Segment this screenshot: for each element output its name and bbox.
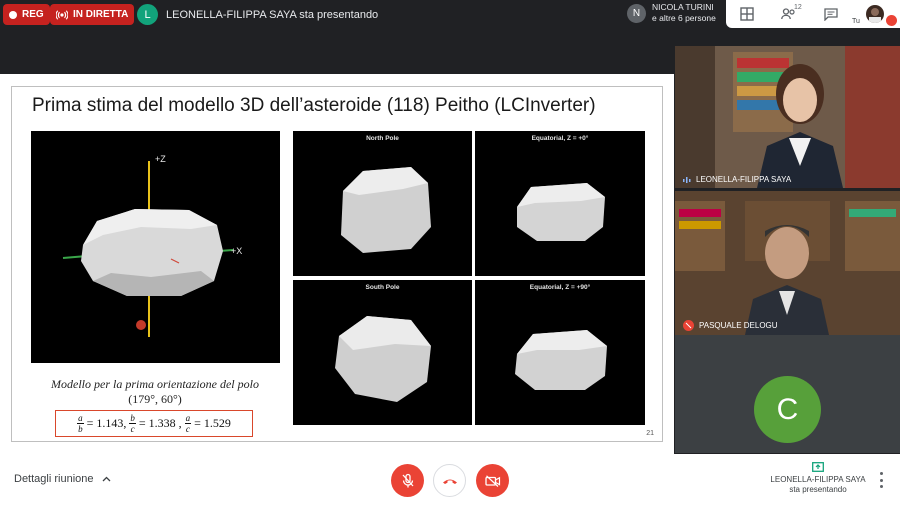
top-bar: REG IN DIRETTA L LEONELLA-FILIPPA SAYA s… <box>0 0 900 46</box>
video-label: LEONELLA-FILIPPA SAYA <box>683 175 791 184</box>
ratio-value: = 1.143, <box>86 416 127 430</box>
model-caption: Modello per la prima orientazione del po… <box>30 377 280 407</box>
bottom-bar: Dettagli riunione LEONELLA-FILIPPA SAYA … <box>0 454 900 506</box>
presenting-status[interactable]: LEONELLA-FILIPPA SAYA sta presentando <box>762 462 874 495</box>
participant-name-label: PASQUALE DELOGU <box>699 321 778 330</box>
record-icon <box>9 10 17 19</box>
self-label: Tu <box>852 18 860 25</box>
view-label: South Pole <box>365 284 400 291</box>
presenter-status: LEONELLA-FILIPPA SAYA sta presentando <box>166 8 379 21</box>
equatorial-0-render <box>517 183 605 241</box>
live-label: IN DIRETTA <box>73 9 129 20</box>
presenting-text: sta presentando <box>789 485 847 494</box>
audio-active-icon <box>683 176 691 183</box>
view-north-pole: North Pole <box>293 131 472 276</box>
video-tile-c[interactable]: C <box>675 335 900 453</box>
presenting-name: LEONELLA-FILIPPA SAYA <box>770 475 866 484</box>
self-mic-off-icon <box>886 15 897 26</box>
participant-more: e altre 6 persone <box>652 13 716 23</box>
chevron-up-icon <box>102 476 110 482</box>
more-options-button[interactable] <box>876 472 886 488</box>
chat-icon <box>824 7 838 21</box>
people-button[interactable]: 12 <box>768 0 810 28</box>
recording-label: REG <box>22 9 44 20</box>
self-avatar[interactable] <box>866 5 884 23</box>
participant-name: NICOLA TURINI <box>652 2 714 12</box>
meeting-details-button[interactable]: Dettagli riunione <box>14 473 111 485</box>
slide: Prima stima del modello 3D dell’asteroid… <box>11 86 663 442</box>
video-label: PASQUALE DELOGU <box>683 320 778 331</box>
ratio-fraction: ac <box>184 413 192 434</box>
layout-button[interactable] <box>726 0 768 28</box>
mic-off-icon <box>683 320 694 331</box>
asteroid-3d-view: +Z +X <box>31 131 280 363</box>
participant-avatar: N <box>627 3 646 23</box>
view-label: Equatorial, Z = +0° <box>531 135 589 142</box>
more-vert-icon <box>879 472 883 475</box>
recording-badge: REG <box>3 4 50 25</box>
camera-toggle-button[interactable] <box>476 464 509 497</box>
video-tile-leonella[interactable]: LEONELLA-FILIPPA SAYA <box>675 46 900 188</box>
layout-icon <box>740 7 754 21</box>
self-portrait-icon <box>869 8 881 23</box>
equatorial-90-render <box>515 330 607 390</box>
leonella-video-frame <box>675 46 900 188</box>
north-pole-render <box>341 167 431 253</box>
participant-avatar-c: C <box>754 376 821 443</box>
broadcast-icon <box>56 9 68 20</box>
live-badge: IN DIRETTA <box>50 4 135 25</box>
slide-title: Prima stima del modello 3D dell’asteroid… <box>32 95 596 116</box>
present-screen-icon <box>812 462 824 472</box>
axis-z-label: +Z <box>155 154 166 164</box>
view-equatorial-90: Equatorial, Z = +90° <box>475 280 645 425</box>
south-pole-render <box>335 316 431 402</box>
camera-off-icon <box>484 474 500 487</box>
caption-line-1: Modello per la prima orientazione del po… <box>51 377 259 391</box>
leave-call-button[interactable] <box>433 464 466 497</box>
mic-toggle-button[interactable] <box>391 464 424 497</box>
hang-up-icon <box>442 479 457 484</box>
video-tile-pasquale[interactable]: PASQUALE DELOGU <box>675 191 900 335</box>
pasquale-video-frame <box>675 191 900 335</box>
presenter-avatar: L <box>137 4 158 25</box>
view-south-pole: South Pole <box>293 280 472 425</box>
view-equatorial-0: Equatorial, Z = +0° <box>475 131 645 276</box>
participants-chip[interactable]: N NICOLA TURINI e altre 6 persone <box>627 2 716 24</box>
view-label: Equatorial, Z = +90° <box>529 284 591 291</box>
presenter-chip: L LEONELLA-FILIPPA SAYA sta presentando <box>137 4 378 25</box>
ratio-fraction: ab <box>77 413 84 434</box>
slide-page-number: 21 <box>646 430 654 437</box>
chat-button[interactable] <box>810 0 852 28</box>
axis-x-label: +X <box>231 246 242 256</box>
mic-off-icon <box>402 473 413 487</box>
axis-ratios-box: ab = 1.143, bc = 1.338 , ac = 1.529 <box>55 410 253 437</box>
ratio-value: = 1.338 , <box>138 416 182 430</box>
view-label: North Pole <box>366 135 399 142</box>
meeting-details-label: Dettagli riunione <box>14 473 94 485</box>
ratio-value: = 1.529 <box>194 416 231 430</box>
participant-name-label: LEONELLA-FILIPPA SAYA <box>696 175 792 184</box>
ratio-fraction: bc <box>129 413 136 434</box>
caption-line-2: (179°, 60°) <box>128 392 182 406</box>
asteroid-3d-render: +Z +X <box>62 154 242 337</box>
people-count: 12 <box>794 4 802 11</box>
presentation-area: Prima stima del modello 3D dell’asteroid… <box>0 74 674 454</box>
meet-window: REG IN DIRETTA L LEONELLA-FILIPPA SAYA s… <box>0 0 900 506</box>
